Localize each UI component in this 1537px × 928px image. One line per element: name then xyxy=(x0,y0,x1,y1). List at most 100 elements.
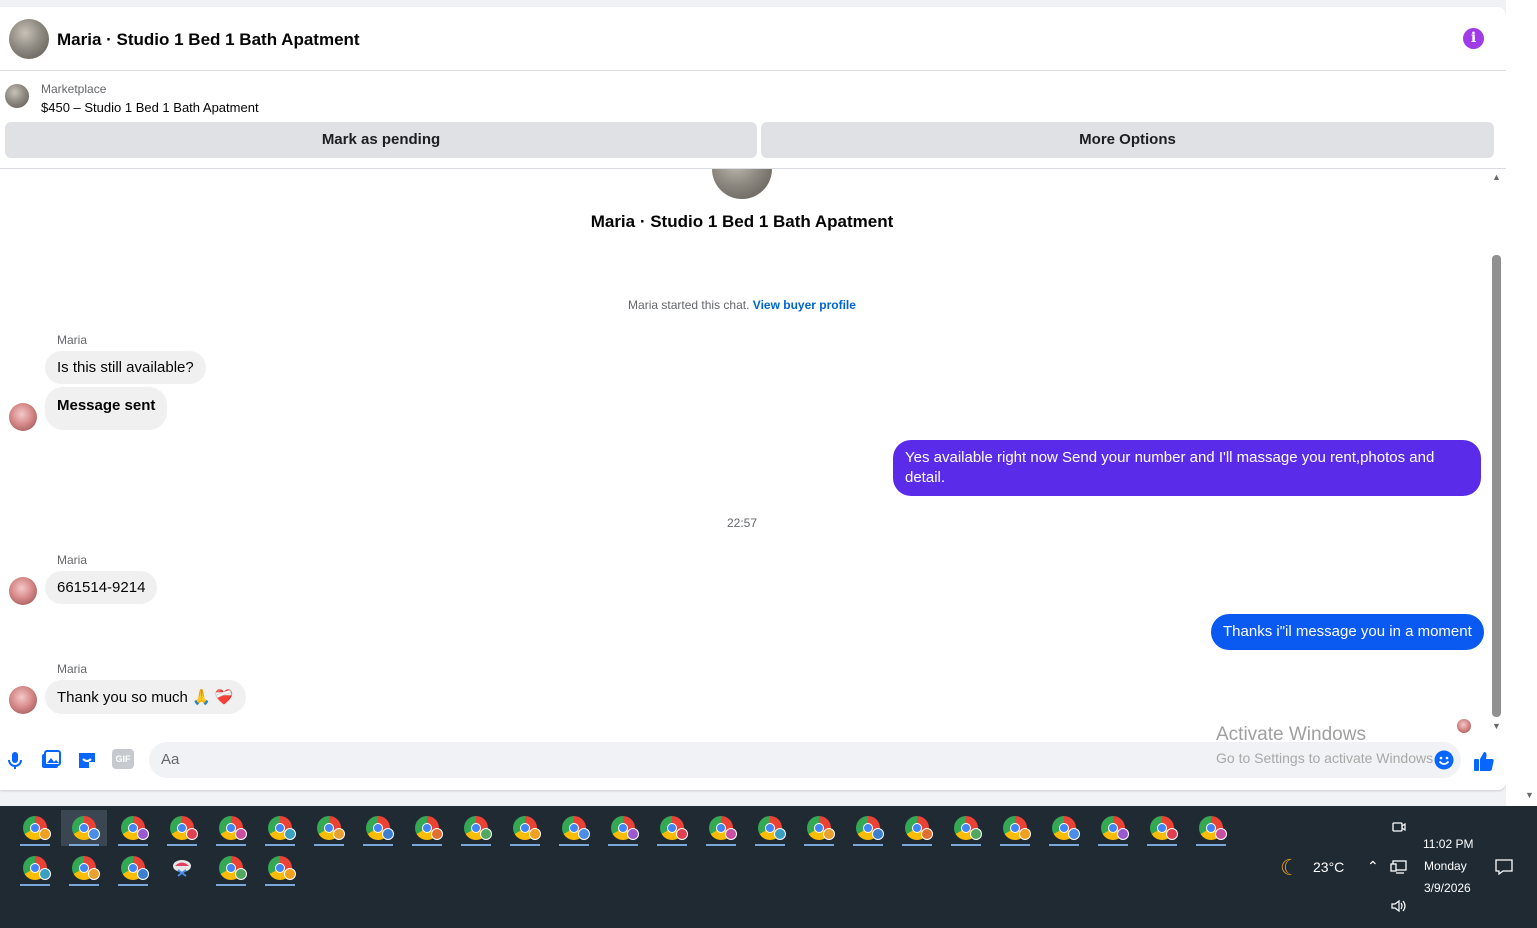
taskbar-chrome-icon[interactable] xyxy=(12,810,58,846)
running-indicator xyxy=(412,844,442,846)
message-list: Maria · Studio 1 Bed 1 Bath Apatment Mar… xyxy=(0,169,1490,739)
taskbar-chrome-icon[interactable] xyxy=(796,810,842,846)
taskbar-chrome-icon[interactable] xyxy=(257,850,303,886)
taskbar-chrome-icon[interactable] xyxy=(600,810,646,846)
taskbar-chrome-icon[interactable] xyxy=(992,810,1038,846)
taskbar-chrome-icon[interactable] xyxy=(649,810,695,846)
profile-badge-icon xyxy=(88,868,100,880)
system-message: Maria started this chat. View buyer prof… xyxy=(0,298,1484,312)
mark-as-pending-button[interactable]: Mark as pending xyxy=(5,122,757,158)
taskbar-chrome-icon[interactable] xyxy=(551,810,597,846)
emoji-icon[interactable] xyxy=(1433,749,1455,771)
taskbar-chrome-icon[interactable] xyxy=(1188,810,1234,846)
profile-badge-icon xyxy=(725,828,737,840)
running-indicator xyxy=(69,844,99,846)
more-options-button[interactable]: More Options xyxy=(761,122,1494,158)
taskbar-chrome-icon[interactable] xyxy=(943,810,989,846)
taskbar-chrome-icon[interactable] xyxy=(257,810,303,846)
taskbar-snipping-tool-icon[interactable] xyxy=(159,850,205,886)
chat-title[interactable]: Maria · Studio 1 Bed 1 Bath Apatment xyxy=(57,30,360,50)
weather-temperature[interactable]: 23°C xyxy=(1313,859,1344,875)
sender-avatar[interactable] xyxy=(9,686,37,714)
taskbar-chrome-icon[interactable] xyxy=(12,850,58,886)
taskbar-chrome-icon[interactable] xyxy=(1041,810,1087,846)
profile-badge-icon xyxy=(529,828,541,840)
taskbar-chrome-icon[interactable] xyxy=(404,810,450,846)
running-indicator xyxy=(1098,844,1128,846)
profile-badge-icon xyxy=(1166,828,1178,840)
outgoing-message[interactable]: Thanks i"il message you in a moment xyxy=(1211,614,1484,650)
profile-badge-icon xyxy=(39,868,51,880)
taskbar-chrome-icon[interactable] xyxy=(110,810,156,846)
taskbar-chrome-icon[interactable] xyxy=(61,850,107,886)
taskbar-chrome-icon[interactable] xyxy=(894,810,940,846)
profile-badge-icon xyxy=(137,868,149,880)
taskbar-chrome-icon[interactable] xyxy=(355,810,401,846)
sender-avatar[interactable] xyxy=(9,577,37,605)
profile-badge-icon xyxy=(872,828,884,840)
page-scroll-down-arrow[interactable]: ▼ xyxy=(1525,790,1534,800)
taskbar: ☾ 23°C ⌃ 11:02 PM Monday 3/9/2026 xyxy=(0,806,1537,928)
running-indicator xyxy=(1000,844,1030,846)
like-icon[interactable] xyxy=(1472,749,1496,773)
running-indicator xyxy=(706,844,736,846)
profile-badge-icon xyxy=(382,828,394,840)
message-scrollbar[interactable]: ▲ ▼ xyxy=(1490,172,1504,733)
listing-title[interactable]: $450 – Studio 1 Bed 1 Bath Apatment xyxy=(41,100,259,115)
network-icon[interactable] xyxy=(1390,859,1408,875)
chevron-up-icon[interactable]: ⌃ xyxy=(1367,858,1379,875)
profile-badge-icon xyxy=(137,828,149,840)
clock-day[interactable]: Monday xyxy=(1424,859,1467,873)
running-indicator xyxy=(363,844,393,846)
page-scrollbar-track[interactable] xyxy=(1506,0,1537,806)
outgoing-message[interactable]: Yes available right now Send your number… xyxy=(893,440,1481,496)
activate-windows-title: Activate Windows xyxy=(1216,724,1366,745)
taskbar-chrome-icon[interactable] xyxy=(208,810,254,846)
running-indicator xyxy=(657,844,687,846)
microphone-icon[interactable] xyxy=(4,749,26,771)
profile-badge-icon xyxy=(774,828,786,840)
taskbar-chrome-icon[interactable] xyxy=(159,810,205,846)
clock-time[interactable]: 11:02 PM xyxy=(1423,837,1473,851)
running-indicator xyxy=(265,884,295,886)
taskbar-chrome-icon[interactable] xyxy=(1090,810,1136,846)
taskbar-chrome-icon[interactable] xyxy=(747,810,793,846)
running-indicator xyxy=(1196,844,1226,846)
taskbar-chrome-icon[interactable] xyxy=(502,810,548,846)
notifications-icon[interactable] xyxy=(1494,858,1514,876)
meet-now-icon[interactable] xyxy=(1390,819,1406,835)
running-indicator xyxy=(755,844,785,846)
moon-weather-icon[interactable]: ☾ xyxy=(1280,855,1300,881)
listing-thumbnail[interactable] xyxy=(5,84,29,108)
gif-icon[interactable]: GIF xyxy=(112,749,134,769)
running-indicator xyxy=(853,844,883,846)
taskbar-chrome-icon[interactable] xyxy=(208,850,254,886)
running-indicator xyxy=(461,844,491,846)
taskbar-chrome-icon[interactable] xyxy=(61,810,107,846)
taskbar-chrome-icon[interactable] xyxy=(845,810,891,846)
scroll-thumb[interactable] xyxy=(1492,255,1501,717)
sticker-icon[interactable] xyxy=(76,749,98,771)
profile-badge-icon xyxy=(1068,828,1080,840)
taskbar-chrome-icon[interactable] xyxy=(698,810,744,846)
photo-icon[interactable] xyxy=(40,749,62,771)
listing-bar: Marketplace $450 – Studio 1 Bed 1 Bath A… xyxy=(0,72,1506,169)
scroll-down-arrow[interactable]: ▼ xyxy=(1492,721,1501,731)
view-buyer-profile-link[interactable]: View buyer profile xyxy=(753,298,856,312)
system-text: Maria started this chat. xyxy=(628,298,750,312)
taskbar-chrome-icon[interactable] xyxy=(306,810,352,846)
info-icon[interactable]: i xyxy=(1463,28,1484,49)
incoming-message[interactable]: 661514-9214 xyxy=(45,571,158,604)
speaker-icon[interactable] xyxy=(1390,898,1408,914)
sender-avatar[interactable] xyxy=(9,403,37,431)
incoming-message[interactable]: Thank you so much 🙏 ❤️‍🩹 xyxy=(45,680,246,714)
scroll-up-arrow[interactable]: ▲ xyxy=(1492,172,1501,182)
clock-date[interactable]: 3/9/2026 xyxy=(1424,881,1471,895)
incoming-message[interactable]: Message sent xyxy=(45,387,168,430)
taskbar-chrome-icon[interactable] xyxy=(1139,810,1185,846)
taskbar-chrome-icon[interactable] xyxy=(453,810,499,846)
taskbar-chrome-icon[interactable] xyxy=(110,850,156,886)
profile-badge-icon xyxy=(921,828,933,840)
listing-avatar[interactable] xyxy=(9,19,49,59)
incoming-message[interactable]: Is this still available? xyxy=(45,351,206,384)
